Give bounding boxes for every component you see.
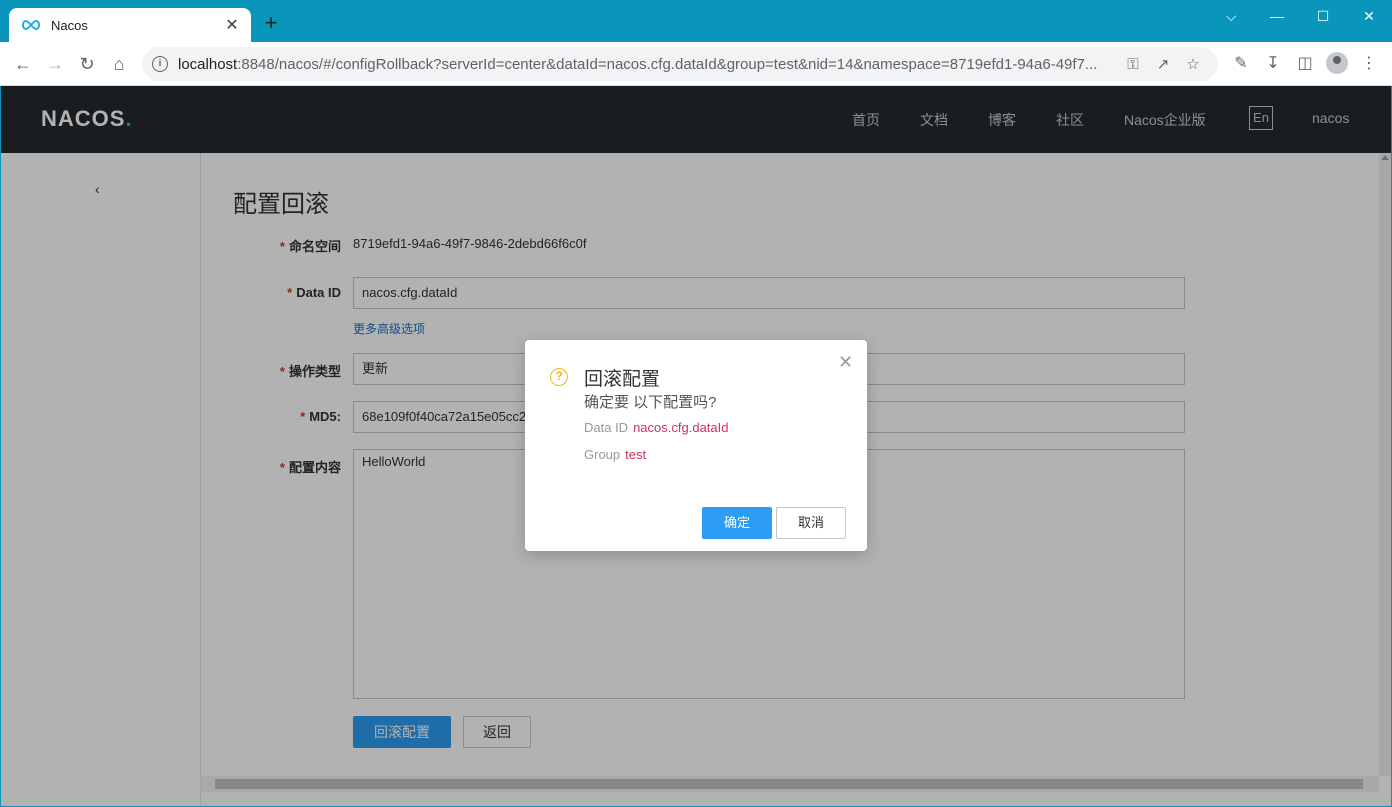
address-bar[interactable]: i localhost:8848/nacos/#/configRollback?… [142,47,1218,81]
url-text: localhost:8848/nacos/#/configRollback?se… [178,55,1098,73]
tab-title: Nacos [51,17,88,33]
dialog-dataid-row: Data ID nacos.cfg.dataId [584,420,729,435]
minimize-icon[interactable]: — [1254,4,1300,28]
dialog-group-row: Group test [584,447,647,462]
menu-icon[interactable]: ⋮ [1356,52,1382,76]
extensions-icon[interactable]: ✎ [1228,52,1254,76]
confirm-ok-button[interactable]: 确定 [702,507,772,539]
forward-icon[interactable]: → [42,51,68,77]
browser-tabbar: Nacos ✕ + ⌵ — ☐ ✕ [0,0,1392,42]
share-icon[interactable]: ↗ [1148,55,1178,73]
nacos-favicon-icon [22,19,40,31]
tab-search-icon[interactable]: ⌵ [1208,4,1254,28]
site-info-icon[interactable]: i [152,56,168,72]
browser-toolbar: ← → ↻ ⌂ i localhost:8848/nacos/#/configR… [0,42,1392,86]
back-icon[interactable]: ← [10,51,36,77]
bookmark-star-icon[interactable]: ☆ [1178,55,1208,73]
rollback-confirm-dialog: ? ✕ 回滚配置 确定要 以下配置吗? Data ID nacos.cfg.dat… [525,340,867,551]
browser-tab[interactable]: Nacos ✕ [9,8,251,42]
maximize-icon[interactable]: ☐ [1300,4,1346,28]
tab-close-icon[interactable]: ✕ [223,15,241,35]
new-tab-button[interactable]: + [260,12,282,34]
profile-avatar[interactable] [1326,52,1348,74]
web-page: NACOS. 首页 文档 博客 社区 Nacos企业版 En nacos ‹ 配… [1,86,1391,806]
download-icon[interactable]: ↧ [1260,52,1286,76]
key-icon[interactable]: ⚿ [1118,56,1148,73]
question-icon: ? [550,368,568,386]
close-window-icon[interactable]: ✕ [1346,4,1392,28]
reload-icon[interactable]: ↻ [74,51,100,77]
home-icon[interactable]: ⌂ [106,51,132,77]
dialog-title: 回滚配置 [584,369,661,390]
dialog-message: 确定要 以下配置吗? [584,394,717,411]
dialog-close-icon[interactable]: ✕ [838,352,853,373]
confirm-cancel-button[interactable]: 取消 [776,507,846,539]
side-panel-icon[interactable]: ◫ [1292,52,1318,76]
